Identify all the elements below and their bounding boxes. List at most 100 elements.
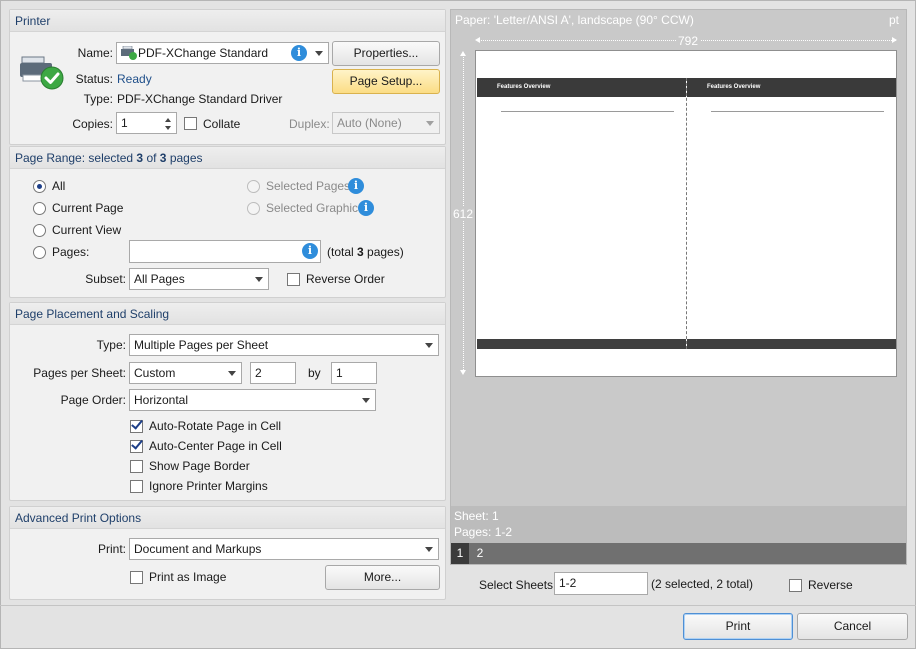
radio-current-view[interactable] xyxy=(33,224,46,237)
copies-label: Copies: xyxy=(72,117,113,131)
pages-input[interactable]: i xyxy=(129,240,321,263)
columns-value: 2 xyxy=(255,366,262,380)
ruler-left-arrow-icon xyxy=(475,37,480,43)
columns-input[interactable]: 2 xyxy=(250,362,296,384)
total-num: 3 xyxy=(357,245,364,259)
reverse-checkbox[interactable] xyxy=(789,579,802,592)
chevron-down-icon xyxy=(362,398,370,403)
reverse-order-checkbox[interactable] xyxy=(287,273,300,286)
height-label: 612 xyxy=(452,207,475,221)
chevron-down-icon xyxy=(425,547,433,552)
check-icon xyxy=(131,417,143,430)
print-what-label: Print: xyxy=(97,542,126,556)
radio-all[interactable] xyxy=(33,180,46,193)
info-icon[interactable]: i xyxy=(291,45,307,61)
page-rule xyxy=(501,111,674,112)
info-icon[interactable]: i xyxy=(348,178,364,194)
print-what-select[interactable]: Document and Markups xyxy=(129,538,439,560)
print-as-image-checkbox[interactable] xyxy=(130,571,143,584)
chevron-down-icon xyxy=(255,277,263,282)
page-range-title-suffix: pages xyxy=(166,151,203,165)
page-header-bar: Features Overview xyxy=(687,78,896,97)
page-order-select[interactable]: Horizontal xyxy=(129,389,376,411)
ignore-margins-checkbox[interactable] xyxy=(130,480,143,493)
page-rule xyxy=(711,111,884,112)
by-label: by xyxy=(308,366,321,380)
printer-name-value: PDF-XChange Standard xyxy=(138,46,269,60)
printer-section-title: Printer xyxy=(10,10,445,32)
auto-center-label: Auto-Center Page in Cell xyxy=(149,439,282,453)
rows-input[interactable]: 1 xyxy=(331,362,377,384)
total-suffix: pages) xyxy=(363,245,404,259)
pages-per-sheet-value: Custom xyxy=(134,366,176,380)
total-prefix: (total xyxy=(327,245,358,259)
copies-value: 1 xyxy=(121,116,128,130)
sheet-tab-2[interactable]: 2 xyxy=(471,543,489,564)
chevron-down-icon xyxy=(315,51,323,56)
selected-info: (2 selected, 2 total) xyxy=(651,577,754,591)
placement-type-label: Type: xyxy=(96,338,126,352)
unit-label: pt xyxy=(889,13,900,27)
info-icon[interactable]: i xyxy=(302,243,318,259)
page-header-bar: Features Overview xyxy=(477,78,686,97)
print-button[interactable]: Print xyxy=(683,613,793,640)
ruler-up-arrow-icon xyxy=(460,51,466,56)
collate-label: Collate xyxy=(203,117,241,131)
status-value: Ready xyxy=(117,72,152,86)
advanced-title: Advanced Print Options xyxy=(10,507,445,529)
sheet-preview: Features Overview Features Overview xyxy=(475,50,897,377)
print-as-image-label: Print as Image xyxy=(149,570,227,584)
printer-small-icon xyxy=(121,45,137,60)
spin-up-icon[interactable] xyxy=(165,118,171,122)
page-range-title: Page Range: selected 3 of 3 pages xyxy=(10,147,445,169)
properties-button[interactable]: Properties... xyxy=(332,41,440,66)
sheet-pages: Pages: 1-2 xyxy=(454,525,513,539)
placement-type-select[interactable]: Multiple Pages per Sheet xyxy=(129,334,439,356)
page-order-label: Page Order: xyxy=(60,393,126,407)
sheet-tabs-bar xyxy=(451,543,906,564)
radio-current-view-label: Current View xyxy=(52,223,122,237)
page-preview-left: Features Overview xyxy=(477,78,686,349)
show-border-checkbox[interactable] xyxy=(130,460,143,473)
reverse-order-label: Reverse Order xyxy=(306,272,385,286)
rows-value: 1 xyxy=(336,366,343,380)
radio-current-page[interactable] xyxy=(33,202,46,215)
cancel-button[interactable]: Cancel xyxy=(797,613,908,640)
sheet-info-strip xyxy=(451,506,906,543)
page-footer-bar xyxy=(477,339,686,349)
info-icon[interactable]: i xyxy=(358,200,374,216)
ignore-margins-label: Ignore Printer Margins xyxy=(149,479,268,493)
status-label: Status: xyxy=(75,72,113,86)
placement-title: Page Placement and Scaling xyxy=(10,303,445,325)
chevron-down-icon xyxy=(425,343,433,348)
show-border-label: Show Page Border xyxy=(149,459,250,473)
select-sheets-input[interactable]: 1-2 xyxy=(554,572,648,595)
copies-stepper[interactable]: 1 xyxy=(116,112,177,134)
radio-pages[interactable] xyxy=(33,246,46,259)
reverse-label: Reverse xyxy=(808,578,853,592)
paper-info: Paper: 'Letter/ANSI A', landscape (90° C… xyxy=(455,13,694,27)
page-range-title-prefix: Page Range: selected xyxy=(15,151,137,165)
radio-selected-dot xyxy=(37,184,42,189)
radio-current-page-label: Current Page xyxy=(52,201,124,215)
printer-name-label: Name: xyxy=(77,46,113,60)
pages-per-sheet-select[interactable]: Custom xyxy=(129,362,242,384)
subset-select[interactable]: All Pages xyxy=(129,268,269,290)
radio-selected-pages-label: Selected Pages xyxy=(266,179,351,193)
sheet-tab-1[interactable]: 1 xyxy=(451,543,469,564)
sheet-tab-2-label: 2 xyxy=(476,546,484,560)
radio-selected-pages xyxy=(247,180,260,193)
auto-rotate-label: Auto-Rotate Page in Cell xyxy=(149,419,282,433)
auto-center-checkbox[interactable] xyxy=(130,437,143,453)
print-what-value: Document and Markups xyxy=(134,542,262,556)
page-order-value: Horizontal xyxy=(134,393,189,407)
type-value: PDF-XChange Standard Driver xyxy=(117,92,283,106)
spin-down-icon[interactable] xyxy=(165,126,171,130)
auto-rotate-checkbox[interactable] xyxy=(130,417,143,433)
select-sheets-label: Select Sheets: xyxy=(479,578,557,592)
footer-divider xyxy=(0,605,916,606)
collate-checkbox[interactable] xyxy=(184,117,197,130)
more-button[interactable]: More... xyxy=(325,565,440,590)
page-setup-button[interactable]: Page Setup... xyxy=(332,69,440,94)
printer-name-select[interactable]: PDF-XChange Standard i xyxy=(116,42,329,64)
